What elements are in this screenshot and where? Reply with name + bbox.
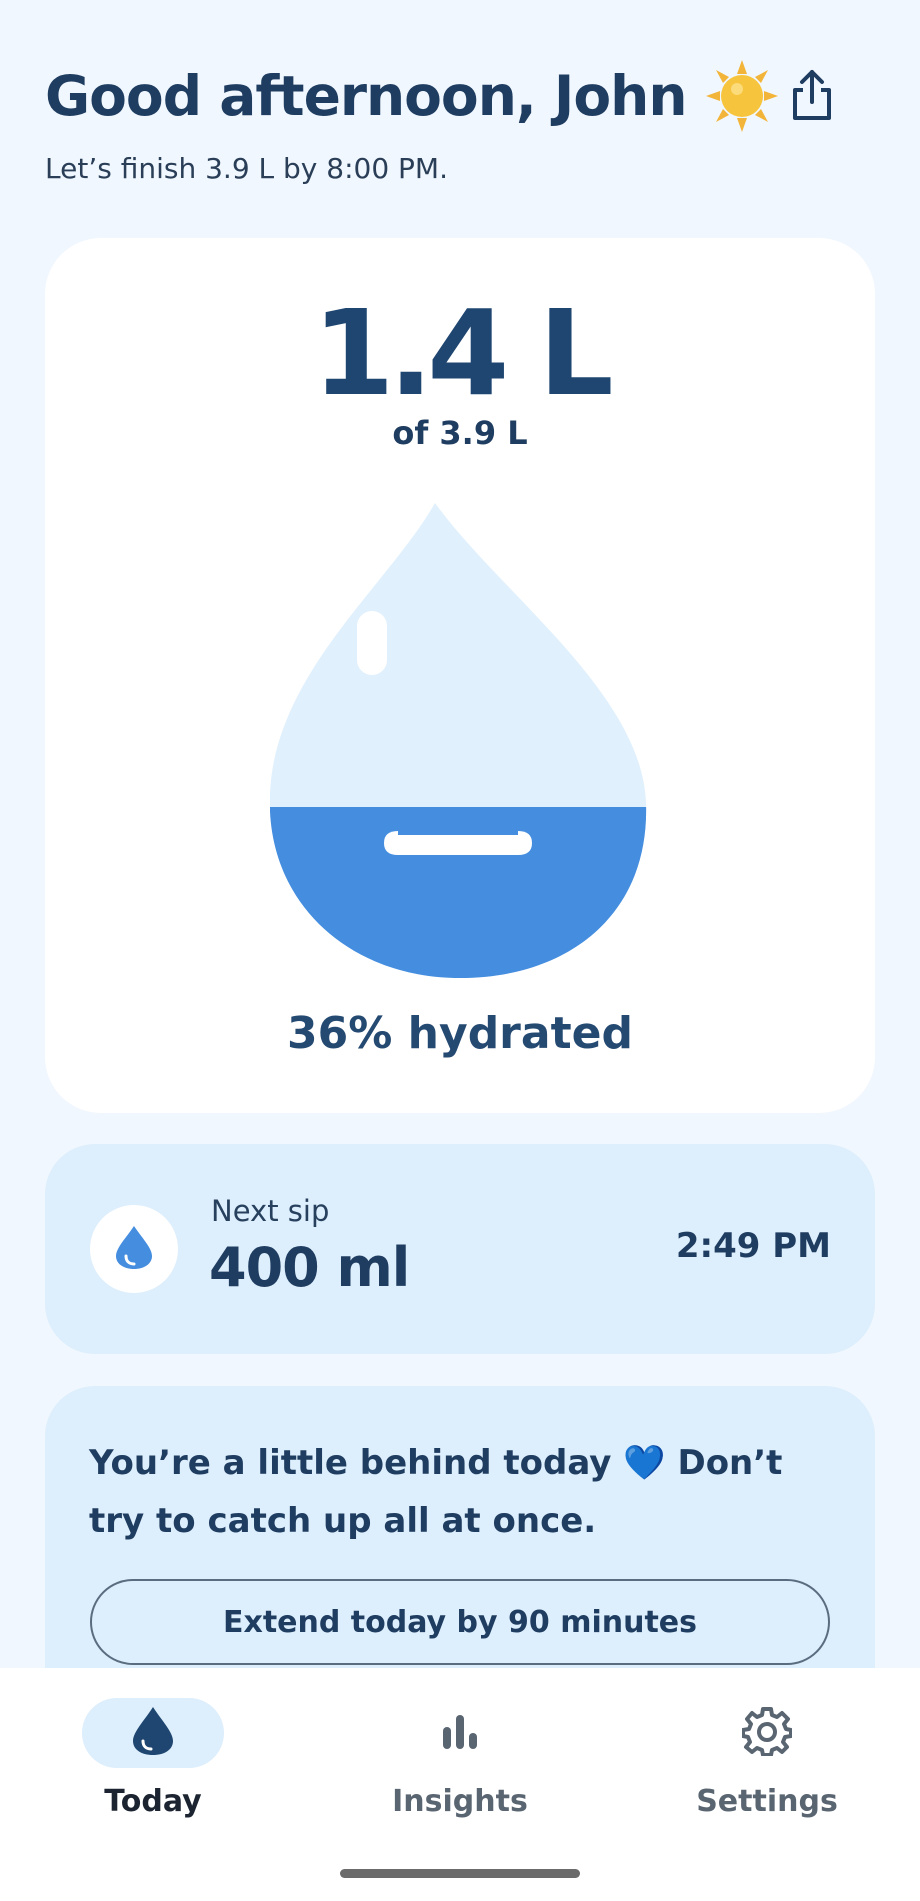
next-sip-card[interactable]: Next sip 400 ml 2:49 PM: [45, 1144, 875, 1354]
gear-icon: [741, 1706, 793, 1760]
sun-icon: [704, 58, 780, 134]
goal-subtitle: Let’s finish 3.9 L by 8:00 PM.: [45, 152, 448, 185]
heart-icon: 💙: [623, 1443, 666, 1483]
tab-settings-label: Settings: [696, 1784, 838, 1819]
hydration-progress-card: 1.4 L of 3.9 L 36% hydrated: [45, 238, 875, 1113]
consumed-amount: 1.4 L: [312, 284, 613, 422]
home-indicator[interactable]: [340, 1869, 580, 1878]
greeting-row: Good afternoon, John: [45, 58, 875, 134]
water-drop-icon: [131, 1705, 175, 1761]
next-sip-amount: 400 ml: [209, 1236, 410, 1299]
hydrated-percentage: 36% hydrated: [287, 1008, 633, 1059]
tab-today[interactable]: Today: [53, 1698, 253, 1819]
tab-insights[interactable]: Insights: [360, 1698, 560, 1819]
next-sip-time: 2:49 PM: [675, 1226, 831, 1266]
water-drop-icon: [114, 1224, 154, 1274]
next-sip-icon-circle: [90, 1205, 178, 1293]
next-sip-label: Next sip: [211, 1194, 330, 1228]
header: Good afternoon, John Let’s finish 3.9 L …: [45, 58, 875, 185]
extend-day-button[interactable]: Extend today by 90 minutes: [90, 1579, 830, 1665]
catch-up-tip-card: You’re a little behind today 💙 Don’t try…: [45, 1386, 875, 1716]
bar-chart-icon: [440, 1711, 480, 1755]
bottom-nav: Today Insights Settings: [0, 1668, 920, 1901]
water-drop-progress: [269, 503, 650, 978]
tab-insights-label: Insights: [392, 1784, 528, 1819]
share-icon[interactable]: [789, 68, 835, 122]
daily-goal: of 3.9 L: [392, 414, 528, 452]
tip-text-part1: You’re a little behind today: [89, 1443, 612, 1483]
tip-message: You’re a little behind today 💙 Don’t try…: [89, 1434, 849, 1550]
greeting-title: Good afternoon, John: [45, 64, 687, 128]
tab-today-label: Today: [104, 1784, 202, 1819]
drop-highlight: [357, 611, 387, 675]
tab-settings[interactable]: Settings: [667, 1698, 867, 1819]
